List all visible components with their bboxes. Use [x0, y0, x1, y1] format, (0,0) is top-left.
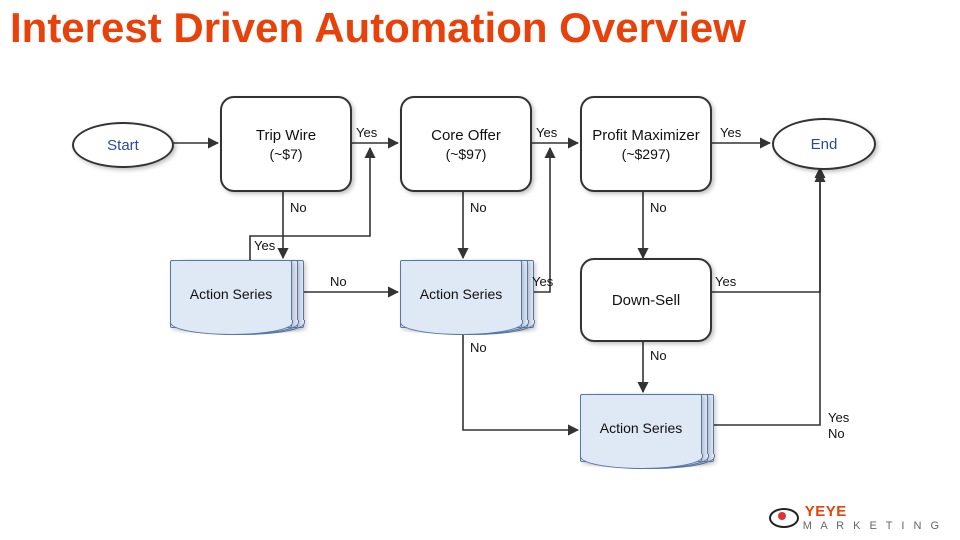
action-series-2-label: Action Series [420, 286, 502, 302]
brand-logo: YEYE M A R K E T I N G [769, 503, 942, 532]
action-series-1-label: Action Series [190, 286, 272, 302]
action-series-2: Action Series [400, 260, 534, 340]
label-no-ds: No [650, 348, 667, 363]
down-sell-node: Down-Sell [580, 258, 712, 342]
action-series-3: Action Series [580, 394, 714, 474]
core-offer-label: Core Offer [431, 127, 501, 144]
brand-tag: M A R K E T I N G [803, 520, 942, 532]
start-label: Start [107, 137, 139, 154]
label-yes-as1: Yes [254, 238, 275, 253]
action-series-3-label: Action Series [600, 420, 682, 436]
label-no-as3: No [828, 426, 845, 441]
core-offer-node: Core Offer (~$97) [400, 96, 532, 192]
label-no-as1: No [330, 274, 347, 289]
label-yes-1: Yes [356, 125, 377, 140]
profit-maximizer-node: Profit Maximizer (~$297) [580, 96, 712, 192]
label-no-2: No [470, 200, 487, 215]
label-no-1: No [290, 200, 307, 215]
end-label: End [811, 136, 838, 153]
action-series-1: Action Series [170, 260, 304, 340]
label-no-3: No [650, 200, 667, 215]
label-yes-2: Yes [536, 125, 557, 140]
eye-icon [769, 508, 799, 528]
label-no-as2: No [470, 340, 487, 355]
trip-wire-price: (~$7) [269, 146, 302, 162]
label-yes-ds: Yes [715, 274, 736, 289]
label-yes-3: Yes [720, 125, 741, 140]
brand-name: YEYE [805, 503, 942, 520]
profit-max-label: Profit Maximizer [592, 127, 700, 144]
core-offer-price: (~$97) [446, 146, 487, 162]
diagram-canvas: Interest Driven Automation Overview [0, 0, 960, 540]
profit-max-price: (~$297) [622, 146, 671, 162]
down-sell-label: Down-Sell [612, 292, 680, 309]
trip-wire-node: Trip Wire (~$7) [220, 96, 352, 192]
trip-wire-label: Trip Wire [256, 127, 316, 144]
label-yes-as2: Yes [532, 274, 553, 289]
start-node: Start [72, 122, 174, 168]
label-yes-as3: Yes [828, 410, 849, 425]
end-node: End [772, 118, 876, 170]
